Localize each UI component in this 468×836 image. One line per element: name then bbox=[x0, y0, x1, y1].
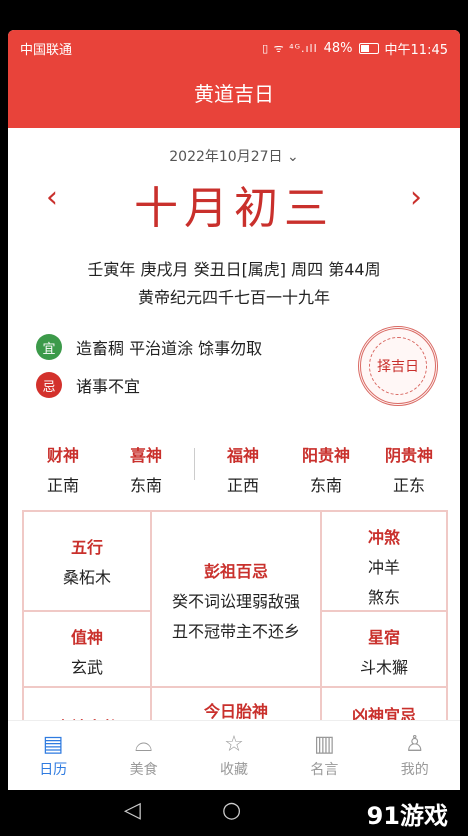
wuxing-cell[interactable]: 五行 桑柘木 bbox=[23, 511, 151, 611]
god-name: 阳贵神 bbox=[301, 446, 350, 465]
god-direction: 正西 bbox=[226, 476, 259, 495]
calendar-icon: ▤ bbox=[42, 732, 64, 757]
cell-title: 冲煞 bbox=[367, 528, 400, 547]
zhishen-cell[interactable]: 值神 玄武 bbox=[23, 611, 151, 687]
cell-value: 煞东 bbox=[367, 588, 400, 607]
next-day-button[interactable]: › bbox=[410, 180, 422, 215]
date-selector-label: 2022年10月27日 bbox=[169, 149, 283, 165]
stamp-label: 择吉日 bbox=[377, 359, 419, 375]
tab-label: 美食 bbox=[129, 762, 158, 778]
god-direction: 正南 bbox=[46, 476, 79, 495]
tab-food[interactable]: ⌓ 美食 bbox=[104, 721, 184, 790]
yi-badge: 宜 bbox=[36, 334, 62, 360]
tab-label: 名言 bbox=[310, 762, 339, 778]
user-icon: ♙ bbox=[404, 732, 425, 757]
cell-title: 五行 bbox=[70, 538, 103, 557]
bottom-tab-bar: ▤ 日历 ⌓ 美食 ☆ 收藏 ▥ 名言 ♙ 我的 bbox=[8, 720, 460, 790]
carrier-label: 中国联通 bbox=[20, 43, 73, 58]
yi-text: 造畜稠 平治道涂 馀事勿取 bbox=[76, 339, 263, 358]
tab-label: 收藏 bbox=[219, 762, 248, 778]
cell-value: 玄武 bbox=[70, 658, 103, 677]
god-item: 阴贵神 正东 bbox=[374, 442, 444, 496]
stamp-icon: 择吉日 bbox=[369, 337, 427, 395]
watermark-logo: 91游戏 bbox=[366, 802, 448, 830]
date-selector[interactable]: 2022年10月27日 ⌄ bbox=[8, 146, 460, 166]
chongsha-cell[interactable]: 冲煞 冲羊 煞东 bbox=[321, 511, 447, 611]
clock: 中午11:45 bbox=[384, 43, 448, 58]
cell-value: 冲羊 bbox=[367, 558, 400, 577]
yi-row: 宜 造畜稠 平治道涂 馀事勿取 bbox=[36, 334, 262, 360]
tab-label: 日历 bbox=[39, 762, 68, 778]
gods-directions: 财神 正南 喜神 东南 福神 正西 阳贵神 东南 阴贵神 正东 bbox=[28, 442, 444, 496]
home-icon[interactable]: ○ bbox=[222, 798, 241, 823]
god-name: 阴贵神 bbox=[384, 446, 433, 465]
signal-icon: ▯ ᯤ ⁴ᴳ.ıll bbox=[262, 42, 318, 55]
battery-icon bbox=[358, 43, 379, 54]
tab-calendar[interactable]: ▤ 日历 bbox=[13, 721, 93, 790]
star-icon: ☆ bbox=[224, 732, 244, 757]
huangdi-era: 黄帝纪元四千七百一十九年 bbox=[137, 288, 330, 307]
cell-value: 癸不词讼理弱敌强 bbox=[171, 592, 300, 611]
android-nav-bar: ◁ ○ 91游戏 bbox=[0, 790, 468, 836]
chevron-down-icon: ⌄ bbox=[286, 149, 299, 165]
cell-value: 桑柘木 bbox=[62, 568, 111, 587]
cell-value: 斗木獬 bbox=[359, 658, 408, 677]
cell-title: 星宿 bbox=[367, 628, 400, 647]
battery-percent: 48% bbox=[323, 41, 353, 56]
cell-title: 值神 bbox=[70, 628, 103, 647]
app-screen: 中国联通 ▯ ᯤ ⁴ᴳ.ıll 48% 中午11:45 黄道吉日 2022年10… bbox=[8, 30, 460, 790]
god-item: 福神 正西 bbox=[208, 442, 278, 496]
back-icon[interactable]: ◁ bbox=[124, 798, 141, 823]
xingxiu-cell[interactable]: 星宿 斗木獬 bbox=[321, 611, 447, 687]
divider bbox=[194, 448, 195, 480]
god-name: 福神 bbox=[226, 446, 259, 465]
book-icon: ▥ bbox=[313, 732, 335, 757]
cell-title: 今日胎神 bbox=[203, 702, 268, 721]
god-name: 财神 bbox=[46, 446, 79, 465]
status-right: ▯ ᯤ ⁴ᴳ.ıll 48% 中午11:45 bbox=[262, 39, 448, 58]
god-direction: 东南 bbox=[129, 476, 162, 495]
tab-profile[interactable]: ♙ 我的 bbox=[375, 721, 455, 790]
tab-label: 我的 bbox=[400, 762, 429, 778]
god-name: 喜神 bbox=[129, 446, 162, 465]
cell-title: 彭祖百忌 bbox=[203, 562, 268, 581]
god-item: 财神 正南 bbox=[28, 442, 98, 496]
status-bar: 中国联通 ▯ ᯤ ⁴ᴳ.ıll 48% 中午11:45 bbox=[8, 30, 460, 64]
cell-value: 丑不冠带主不还乡 bbox=[171, 622, 300, 641]
ji-text: 诸事不宜 bbox=[76, 377, 141, 396]
ji-badge: 忌 bbox=[36, 372, 62, 398]
ganzhi-info: 壬寅年 庚戌月 癸丑日[属虎] 周四 第44周 bbox=[87, 260, 381, 279]
tab-favorites[interactable]: ☆ 收藏 bbox=[194, 721, 274, 790]
lunar-date: 十月初三 bbox=[134, 183, 334, 234]
god-direction: 东南 bbox=[309, 476, 342, 495]
food-icon: ⌓ bbox=[134, 732, 153, 757]
pengzu-cell[interactable]: 彭祖百忌 癸不词讼理弱敌强 丑不冠带主不还乡 bbox=[151, 511, 321, 687]
choose-auspicious-day-button[interactable]: 择吉日 bbox=[358, 326, 438, 406]
almanac-grid: 五行 桑柘木 彭祖百忌 癸不词讼理弱敌强 丑不冠带主不还乡 冲煞 冲羊 煞东 值… bbox=[22, 510, 448, 738]
page-title: 黄道吉日 bbox=[8, 64, 460, 128]
tab-quotes[interactable]: ▥ 名言 bbox=[284, 721, 364, 790]
ji-row: 忌 诸事不宜 bbox=[36, 372, 140, 398]
god-item: 喜神 东南 bbox=[111, 442, 181, 496]
god-item: 阳贵神 东南 bbox=[291, 442, 361, 496]
god-direction: 正东 bbox=[392, 476, 425, 495]
